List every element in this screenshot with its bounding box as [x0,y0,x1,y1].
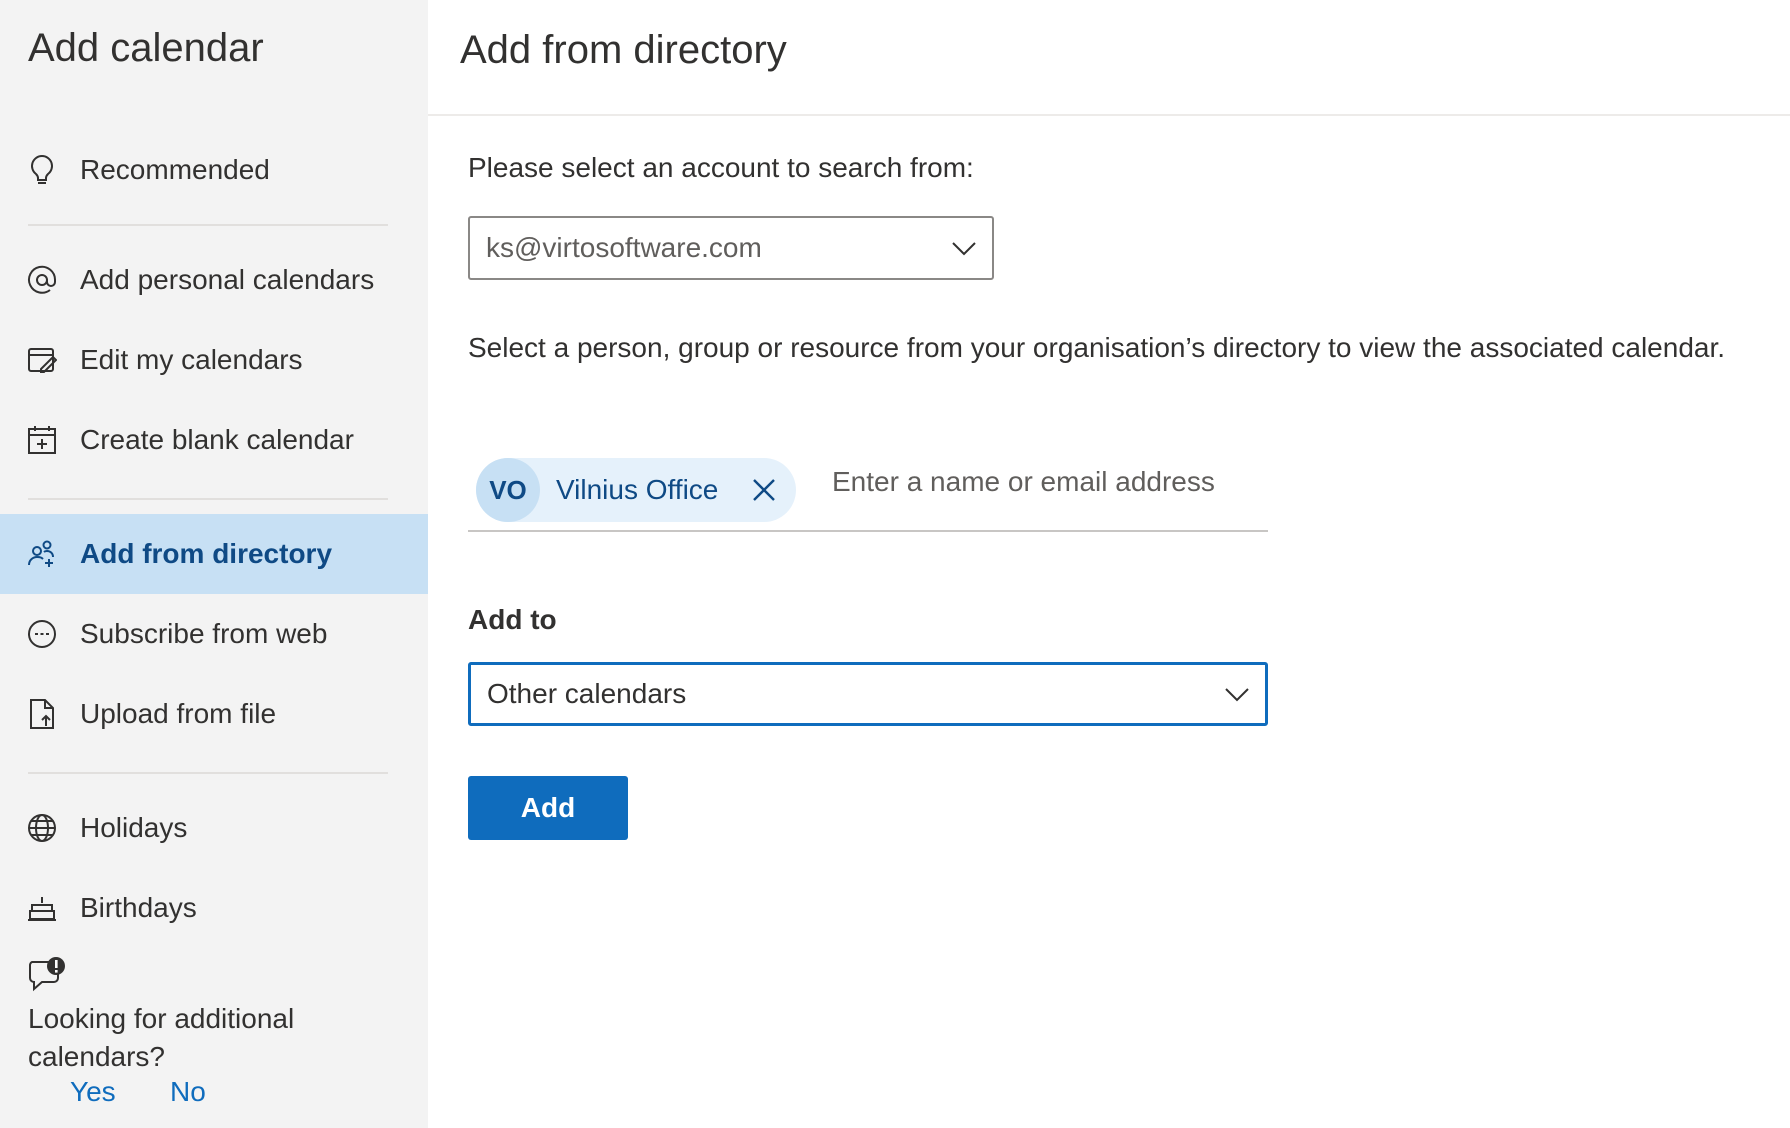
lightbulb-icon [26,154,58,186]
instructions-text: Select a person, group or resource from … [468,332,1726,363]
people-search-input[interactable] [832,460,1252,504]
sidebar: Add calendar Recommended Add personal ca… [0,0,428,1128]
main-panel: Add from directory Please select an acco… [428,0,1790,1128]
feedback-question: Looking for additional calendars? [28,1003,295,1072]
sidebar-item-recommended[interactable]: Recommended [0,130,428,210]
sidebar-item-label: Recommended [80,154,270,185]
account-select[interactable]: ks@virtosoftware.com [468,216,994,280]
chevron-down-icon [950,238,978,258]
feedback-no-link[interactable]: No [170,1076,206,1108]
sidebar-item-label: Birthdays [80,892,197,923]
sidebar-item-label: Add from directory [80,538,333,569]
people-picker: VO Vilnius Office [468,448,1268,532]
globe-icon [26,812,58,844]
sidebar-item-label: Add personal calendars [80,264,375,295]
divider [28,772,388,774]
sidebar-item-label: Holidays [80,812,188,843]
close-icon[interactable] [750,476,778,504]
sidebar-item-create-blank-calendar[interactable]: Create blank calendar [0,400,428,480]
add-to-select[interactable]: Other calendars [468,662,1268,726]
sidebar-item-label: Subscribe from web [80,618,328,649]
persona-chip[interactable]: VO Vilnius Office [476,458,796,522]
sidebar-item-subscribe-from-web[interactable]: Subscribe from web [0,594,428,674]
chat-warning-icon [28,956,68,996]
divider [28,498,388,500]
account-select-value: ks@virtosoftware.com [486,232,762,263]
link-circle-icon [26,618,58,650]
avatar: VO [476,458,540,522]
sidebar-item-edit-my-calendars[interactable]: Edit my calendars [0,320,428,400]
add-button[interactable]: Add [468,776,628,840]
cake-icon [26,892,58,924]
persona-name: Vilnius Office [556,474,719,505]
sidebar-item-holidays[interactable]: Holidays [0,788,428,868]
divider [28,224,388,226]
at-sign-icon [26,264,58,296]
page-title: Add from directory [460,28,787,72]
sidebar-item-label: Create blank calendar [80,424,354,455]
add-calendar-dialog: Add calendar Recommended Add personal ca… [0,0,1790,1128]
add-to-label: Add to [468,604,557,635]
main-header: Add from directory [428,0,1790,116]
add-to-select-value: Other calendars [487,678,687,709]
sidebar-item-upload-from-file[interactable]: Upload from file [0,674,428,754]
sidebar-item-birthdays[interactable]: Birthdays [0,868,428,948]
feedback-yes-link[interactable]: Yes [70,1076,116,1108]
sidebar-item-add-from-directory[interactable]: Add from directory [0,514,428,594]
calendar-add-icon [26,424,58,456]
sidebar-item-label: Upload from file [80,698,277,729]
file-upload-icon [26,698,58,730]
chevron-down-icon [1223,684,1251,704]
sidebar-title: Add calendar [28,26,264,70]
edit-calendar-icon [26,344,58,376]
people-add-icon [26,538,58,570]
sidebar-item-label: Edit my calendars [80,344,303,375]
account-prompt: Please select an account to search from: [468,152,974,183]
sidebar-item-add-personal-calendars[interactable]: Add personal calendars [0,240,428,320]
